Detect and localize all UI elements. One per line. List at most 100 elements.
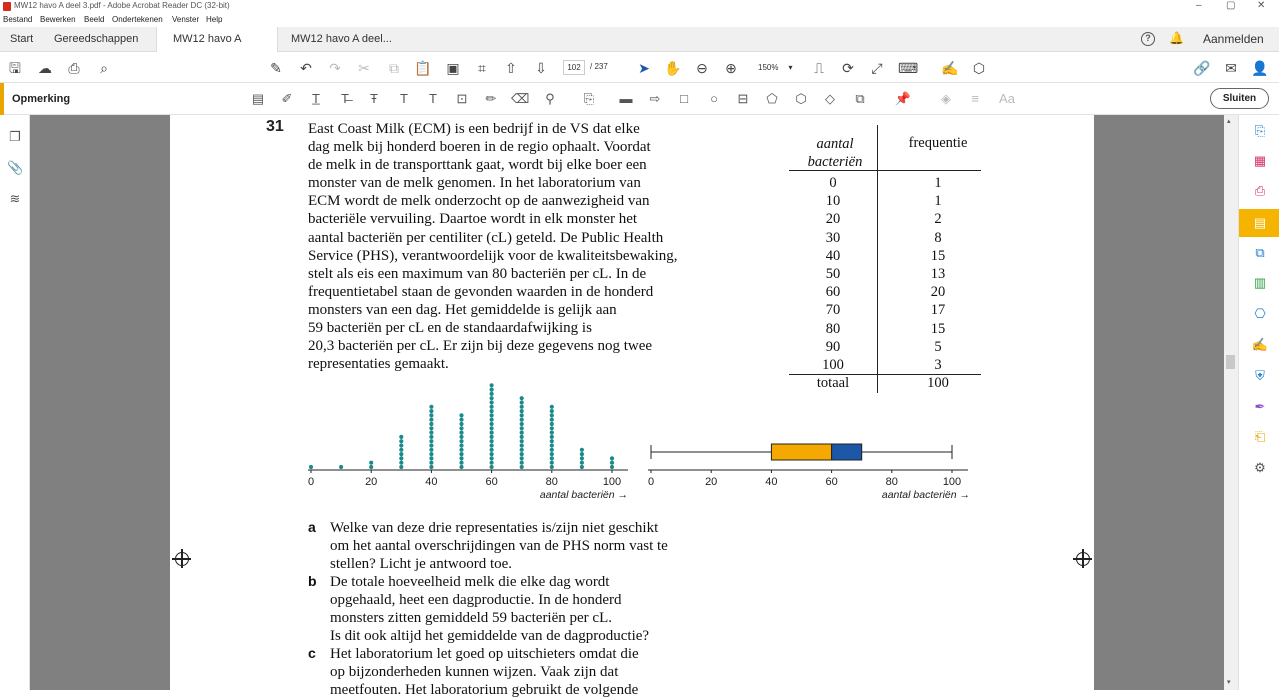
- snapshot-icon[interactable]: ▣: [444, 59, 462, 77]
- dot-mark: [549, 413, 554, 418]
- protect-shield-icon[interactable]: ⛨: [1251, 367, 1269, 385]
- redo-icon[interactable]: ↷: [326, 59, 344, 77]
- rotate-icon[interactable]: ⟳: [839, 59, 857, 77]
- zoom-out-icon[interactable]: ⊖: [693, 59, 711, 77]
- close-comment-button[interactable]: Sluiten: [1210, 88, 1269, 109]
- comment-tool-icon[interactable]: ▤: [1251, 214, 1269, 232]
- text-box-icon[interactable]: ⊡: [453, 90, 471, 108]
- layers-icon[interactable]: ≋: [7, 191, 23, 207]
- find-icon[interactable]: ⌗: [473, 59, 491, 77]
- sign-icon[interactable]: ✍: [941, 59, 959, 77]
- send-signature-icon[interactable]: ✒: [1251, 398, 1269, 416]
- close-window-button[interactable]: ✕: [1257, 0, 1265, 11]
- export-pdf-icon[interactable]: ⎙: [1251, 182, 1269, 200]
- dot-mark: [549, 447, 554, 452]
- eraser-icon[interactable]: ⌫: [511, 90, 529, 108]
- dot-mark: [459, 443, 464, 448]
- x-tick-label: 60: [485, 476, 497, 488]
- rectangle-icon[interactable]: □: [675, 90, 693, 108]
- tab-document-other[interactable]: MW12 havo A deel...: [291, 27, 392, 52]
- line-width-icon[interactable]: ≡: [966, 90, 984, 108]
- tab-start[interactable]: Start: [10, 27, 33, 52]
- zoom-in-icon[interactable]: ⊕: [722, 59, 740, 77]
- intro-line: stelt als eis een maximum van 80 bacteri…: [308, 265, 647, 282]
- more-tools-icon[interactable]: ⚙: [1251, 459, 1269, 477]
- cut-icon[interactable]: ✂: [355, 59, 373, 77]
- strikethrough-icon[interactable]: T̶: [336, 90, 354, 108]
- page-up-icon[interactable]: ⇧: [502, 59, 520, 77]
- fill-color-icon[interactable]: ◈: [937, 90, 955, 108]
- scroll-up-icon[interactable]: ▴: [1227, 117, 1231, 125]
- help-icon[interactable]: ?: [1141, 32, 1155, 46]
- vertical-scrollbar[interactable]: ▴ ▾: [1224, 115, 1238, 690]
- fill-sign-icon[interactable]: ✍: [1251, 336, 1269, 354]
- insert-text-icon[interactable]: T: [395, 90, 413, 108]
- highlight-icon[interactable]: ✐: [278, 90, 296, 108]
- oval-icon[interactable]: ○: [705, 90, 723, 108]
- menu-view[interactable]: Beeld: [84, 15, 104, 24]
- menu-edit[interactable]: Bewerken: [40, 15, 76, 24]
- keyboard-icon[interactable]: ⌨: [898, 59, 918, 77]
- crosshair-icon: [1073, 549, 1092, 568]
- search-icon[interactable]: ⌕: [95, 59, 113, 77]
- tab-document-active[interactable]: MW12 havo A deel...×: [156, 27, 278, 70]
- create-pdf-icon[interactable]: ⎘: [1251, 122, 1269, 140]
- full-screen-icon[interactable]: ⤢: [868, 59, 886, 77]
- signin-button[interactable]: Aanmelden: [1203, 27, 1264, 52]
- group-icon[interactable]: ⧉: [851, 90, 869, 108]
- line-icon[interactable]: ▬: [617, 90, 635, 108]
- hand-tool-icon[interactable]: ✋: [664, 59, 682, 77]
- menu-help[interactable]: Help: [206, 15, 222, 24]
- scan-icon[interactable]: ⎔: [1251, 305, 1269, 323]
- save-icon[interactable]: 🖫: [6, 59, 24, 77]
- dot-mark: [429, 426, 434, 431]
- page-number-input[interactable]: 102: [563, 60, 585, 75]
- text-properties-icon[interactable]: Aa: [996, 90, 1018, 108]
- maximize-button[interactable]: ▢: [1226, 0, 1235, 11]
- stamp-icon[interactable]: ⚲: [541, 90, 559, 108]
- pin-icon[interactable]: 📌: [894, 90, 912, 108]
- cloud-icon[interactable]: ⬡: [792, 90, 810, 108]
- scrollbar-thumb[interactable]: [1226, 355, 1235, 369]
- select-cursor-icon[interactable]: ➤: [635, 59, 653, 77]
- edit-text-icon[interactable]: ✎: [267, 59, 285, 77]
- copy-icon[interactable]: ⧉: [385, 59, 403, 77]
- print-icon[interactable]: ⎙: [65, 59, 83, 77]
- upload-cloud-icon[interactable]: ☁: [36, 59, 54, 77]
- menu-sign[interactable]: Ondertekenen: [112, 15, 163, 24]
- zoom-select[interactable]: 150% ▾: [752, 60, 798, 75]
- dot-mark: [459, 464, 464, 470]
- sticky-note-icon[interactable]: ▤: [249, 90, 267, 108]
- mail-icon[interactable]: ✉: [1222, 59, 1240, 77]
- scroll-down-icon[interactable]: ▾: [1227, 678, 1231, 686]
- pencil-icon[interactable]: ✏: [482, 90, 500, 108]
- text-comment-icon[interactable]: T: [424, 90, 442, 108]
- export-excel-icon[interactable]: ▥: [1251, 274, 1269, 292]
- dot-mark: [519, 464, 524, 470]
- minimize-button[interactable]: –: [1196, 0, 1202, 11]
- organize-pages-icon[interactable]: ▦: [1251, 152, 1269, 170]
- polyline-icon[interactable]: ◇: [821, 90, 839, 108]
- fit-page-icon[interactable]: ⎍: [810, 59, 828, 77]
- bell-icon[interactable]: 🔔: [1169, 31, 1184, 45]
- underline-text-icon[interactable]: T̲: [307, 90, 325, 108]
- polygon-icon[interactable]: ⬠: [763, 90, 781, 108]
- send-track-icon[interactable]: ⎗: [1251, 428, 1269, 446]
- replace-text-icon[interactable]: Ŧ: [365, 90, 383, 108]
- link-icon[interactable]: 🔗: [1193, 59, 1211, 77]
- share-user-icon[interactable]: 👤: [1251, 59, 1269, 77]
- pages-icon[interactable]: ❐: [7, 129, 23, 145]
- menu-window[interactable]: Venster: [172, 15, 199, 24]
- arrow-icon[interactable]: ⇨: [646, 90, 664, 108]
- tag-icon[interactable]: ⬡: [970, 59, 988, 77]
- attach-file-icon[interactable]: ⎘: [580, 90, 598, 108]
- paste-icon[interactable]: 📋: [414, 59, 432, 77]
- callout-icon[interactable]: ⊟: [734, 90, 752, 108]
- undo-icon[interactable]: ↶: [297, 59, 315, 77]
- attachment-icon[interactable]: 📎: [7, 160, 23, 176]
- tab-tools[interactable]: Gereedschappen: [54, 27, 138, 52]
- combine-files-icon[interactable]: ⧉: [1251, 244, 1269, 262]
- menu-file[interactable]: Bestand: [3, 15, 32, 24]
- comment-accent: [0, 83, 4, 115]
- page-down-icon[interactable]: ⇩: [532, 59, 550, 77]
